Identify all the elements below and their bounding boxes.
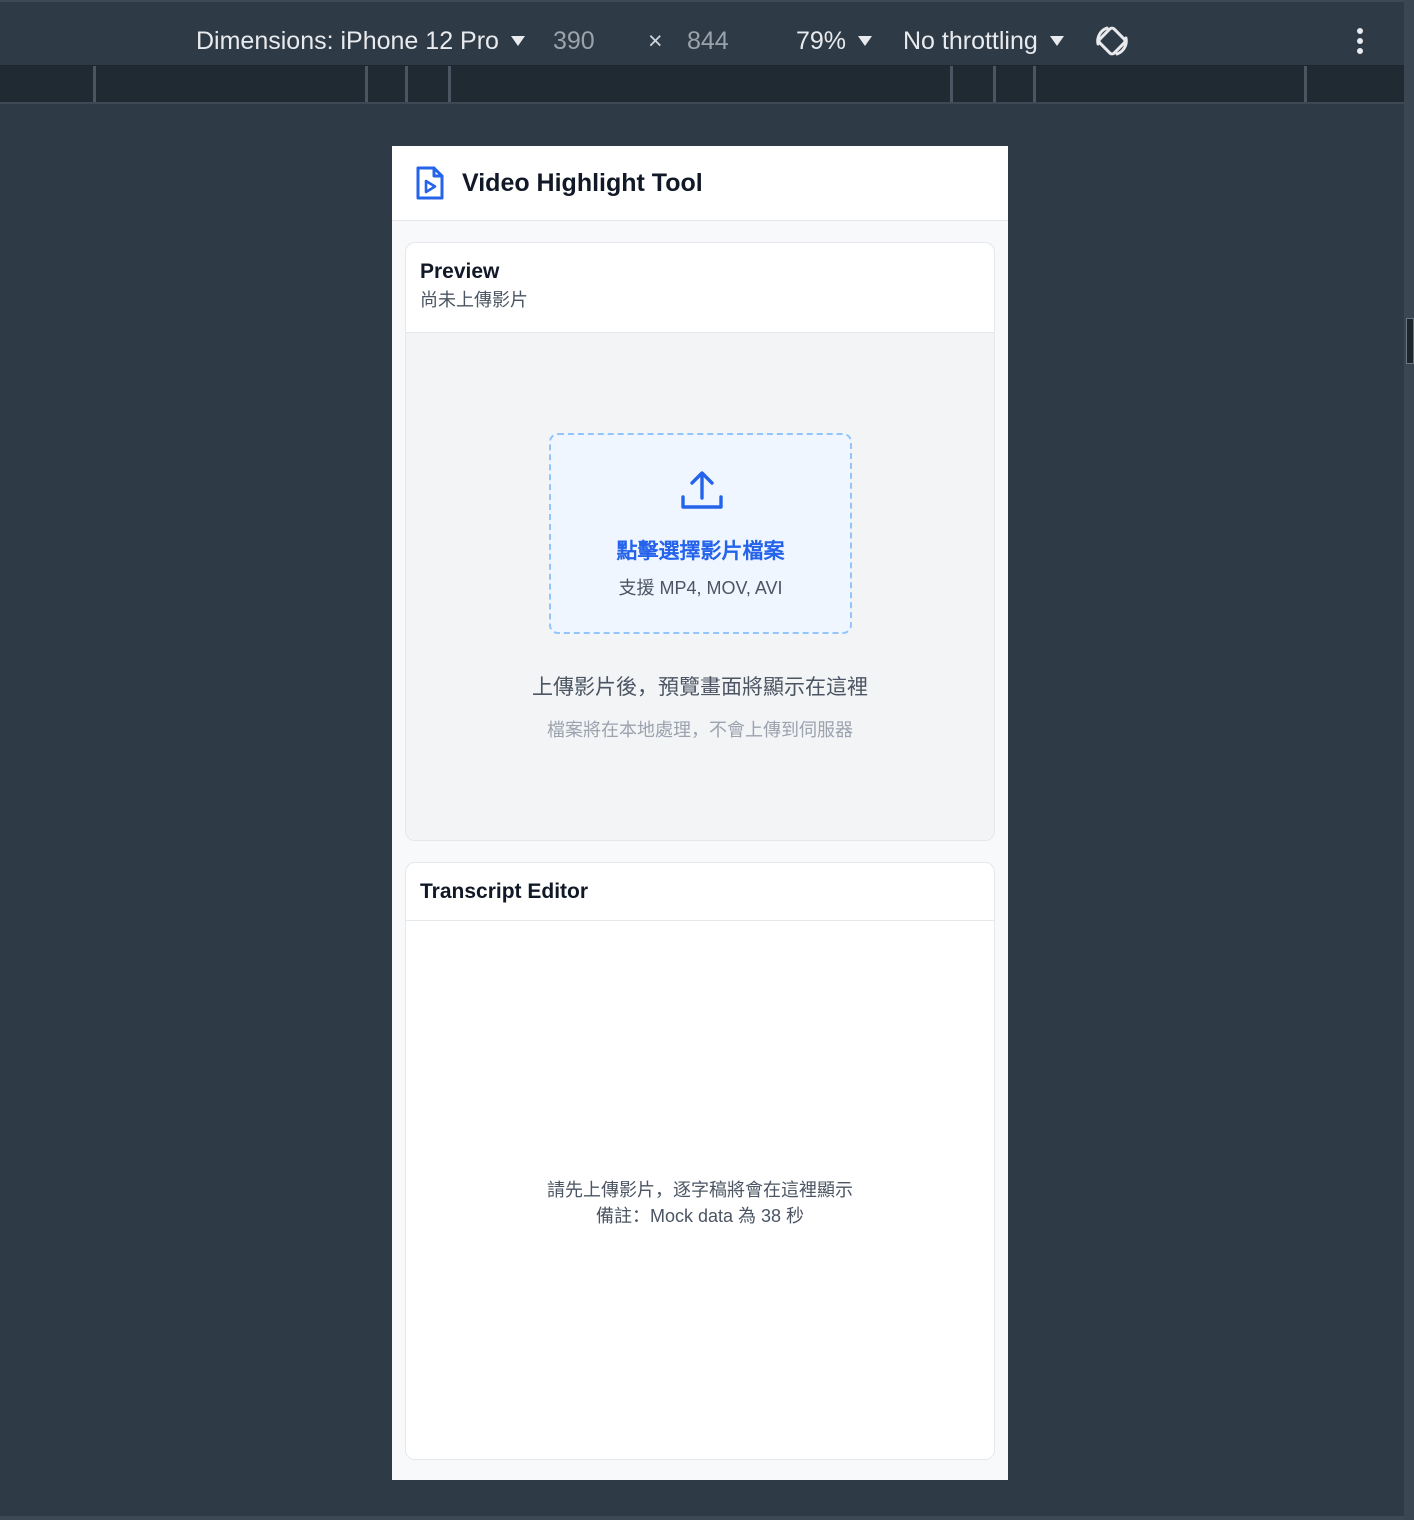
more-vertical-icon[interactable] [1352,28,1368,58]
times-symbol: × [648,27,663,55]
app-header: Video Highlight Tool [392,146,1008,221]
transcript-editor-card: Transcript Editor 請先上傳影片，逐字稿將會在這裡顯示 備註：M… [405,862,995,1460]
transcript-card-header: Transcript Editor [406,863,994,921]
chevron-down-icon [858,36,873,46]
transcript-mock-note: 備註：Mock data 為 38 秒 [595,1206,805,1226]
preview-card-header: Preview 尚未上傳影片 [406,243,994,333]
preview-subtitle: 尚未上傳影片 [420,290,528,310]
preview-title: Preview [420,260,500,283]
width-input[interactable]: 390 [553,24,595,58]
dropzone-hint: 支援 MP4, MOV, AVI [618,578,783,598]
dimensions-label: Dimensions: iPhone 12 Pro [196,27,499,55]
preview-card: Preview 尚未上傳影片 點擊選擇影片檔案 支援 MP4, MOV, AVI… [405,242,995,841]
transcript-empty-message: 請先上傳影片，逐字稿將會在這裡顯示 備註：Mock data 為 38 秒 [406,1177,994,1229]
preview-placeholder-message: 上傳影片後，預覽畫面將顯示在這裡 [532,676,868,699]
divider [0,1516,1404,1520]
device-viewport: Video Highlight Tool Preview 尚未上傳影片 點擊選擇… [392,146,1008,1480]
transcript-body: 請先上傳影片，逐字稿將會在這裡顯示 備註：Mock data 為 38 秒 [406,921,994,1459]
devtools-device-toolbar: Dimensions: iPhone 12 Pro 390 × 844 79% … [0,0,1404,66]
dropzone-label: 點擊選擇影片檔案 [616,540,785,563]
upload-icon [681,471,723,509]
throttling-dropdown[interactable]: No throttling [903,24,1064,58]
transcript-title: Transcript Editor [420,880,589,903]
scrollbar[interactable] [1404,0,1414,1520]
transcript-empty-line: 請先上傳影片，逐字稿將會在這裡顯示 [547,1180,853,1200]
preview-body: 點擊選擇影片檔案 支援 MP4, MOV, AVI 上傳影片後，預覽畫面將顯示在… [406,333,994,840]
chevron-down-icon [510,36,525,46]
dimensions-dropdown[interactable]: Dimensions: iPhone 12 Pro [196,24,525,58]
zoom-label: 79% [796,27,847,55]
zoom-dropdown[interactable]: 79% [796,24,873,58]
app-title: Video Highlight Tool [462,169,703,197]
file-upload-dropzone[interactable]: 點擊選擇影片檔案 支援 MP4, MOV, AVI [549,433,852,634]
throttling-label: No throttling [903,27,1038,55]
height-input[interactable]: 844 [687,24,729,58]
chevron-down-icon [1049,36,1064,46]
file-video-icon [416,166,444,200]
rotate-device-icon[interactable] [1093,22,1131,60]
preview-privacy-note: 檔案將在本地處理，不會上傳到伺服器 [547,720,853,740]
media-query-ruler [0,66,1404,104]
